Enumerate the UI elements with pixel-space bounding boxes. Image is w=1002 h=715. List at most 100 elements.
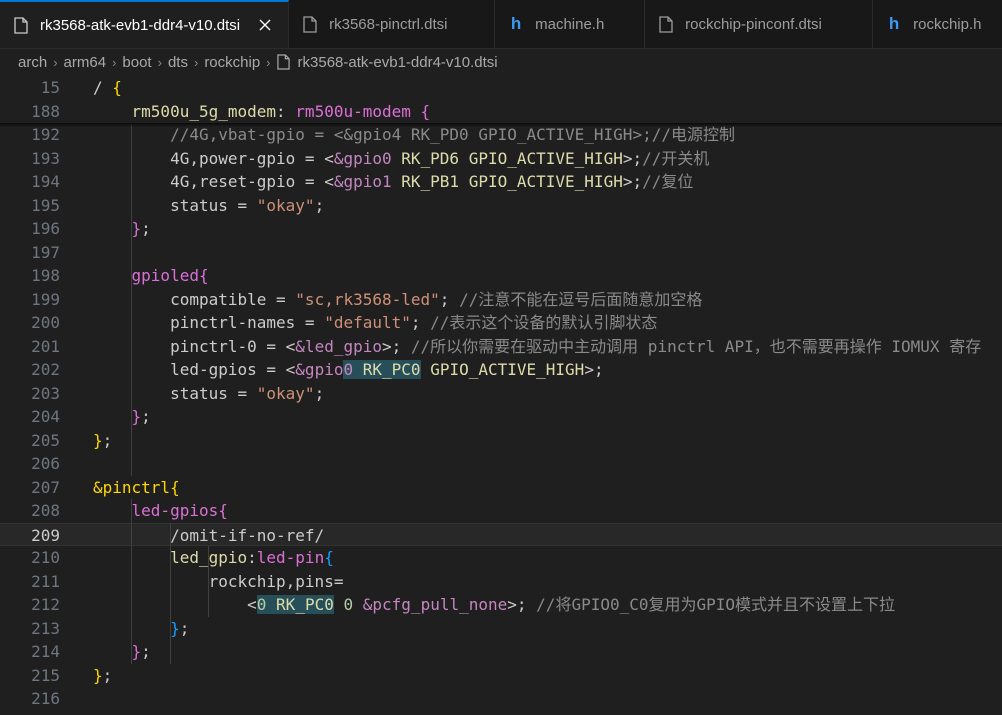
breadcrumb-item[interactable]: dts	[168, 54, 188, 71]
code-text: pinctrl-0 = <&led_gpio>; //所以你需要在驱动中主动调用…	[93, 336, 982, 356]
line-number: 15	[40, 78, 60, 97]
line-number: 203	[31, 383, 60, 403]
code-text: gpioled{	[131, 266, 209, 285]
code-text: };	[131, 407, 151, 426]
code-line-205[interactable]: 205};	[0, 429, 1002, 453]
tab-label: machine.h	[535, 15, 605, 33]
code-line-195[interactable]: 195 status = "okay";	[0, 194, 1002, 218]
code-line-194[interactable]: 194 4G,reset-gpio = <&gpio1 RK_PB1 GPIO_…	[0, 170, 1002, 194]
code-text: led_gpio:led-pin{	[170, 548, 334, 567]
code-line-198[interactable]: 198 gpioled{	[0, 264, 1002, 288]
code-text: &pinctrl{	[93, 477, 180, 497]
indent-guide	[131, 499, 132, 664]
tab-rk3568-pinctrl[interactable]: rk3568-pinctrl.dtsi	[289, 0, 496, 48]
breadcrumb-item[interactable]: rockchip	[204, 54, 260, 71]
tab-machine-h[interactable]: h machine.h	[495, 0, 646, 48]
code-text: };	[170, 618, 190, 638]
line-number: 198	[31, 266, 60, 285]
code-text: /omit-if-no-ref/	[170, 525, 325, 545]
code-text: / {	[93, 78, 122, 97]
chevron-right-icon: ›	[53, 54, 58, 70]
indent-guide	[208, 546, 209, 617]
code-line-203[interactable]: 203 status = "okay";	[0, 382, 1002, 406]
chevron-right-icon: ›	[193, 54, 199, 70]
code-line-196[interactable]: 196 };	[0, 217, 1002, 241]
line-number: 208	[31, 501, 60, 520]
code-line-200[interactable]: 200 pinctrl-names = "default"; //表示这个设备的…	[0, 311, 1002, 335]
code-text: };	[93, 665, 113, 685]
code-line-209[interactable]: 209 /omit-if-no-ref/	[0, 522, 1002, 546]
line-number: 212	[31, 595, 60, 614]
code-line-197[interactable]: 197	[0, 241, 1002, 265]
chevron-right-icon: ›	[157, 54, 162, 70]
chevron-right-icon: ›	[112, 54, 117, 70]
code-line-208[interactable]: 208 led-gpios{	[0, 499, 1002, 523]
code-line-213[interactable]: 213 };	[0, 617, 1002, 641]
code-line-216[interactable]: 216	[0, 687, 1002, 711]
code-line-212[interactable]: 212 <0 RK_PC0 0 &pcfg_pull_none>; //将GPI…	[0, 593, 1002, 617]
tab-label: rockchip.h	[913, 15, 982, 33]
code-line-188[interactable]: 188 rm500u_5g_modem: rm500u-modem {	[0, 99, 1002, 123]
tab-bar: rk3568-atk-evb1-ddr4-v10.dtsi rk3568-pin…	[0, 0, 1002, 49]
code-text: compatible = "sc,rk3568-led"; //注意不能在逗号后…	[93, 289, 703, 309]
breadcrumb-item[interactable]: boot	[122, 54, 151, 71]
code-text: };	[93, 430, 113, 450]
line-number: 216	[31, 689, 60, 708]
code-line-214[interactable]: 214 };	[0, 640, 1002, 664]
tab-label: rockchip-pinconf.dtsi	[685, 15, 822, 33]
code-text: 4G,power-gpio = <&gpio0 RK_PD6 GPIO_ACTI…	[93, 148, 710, 168]
code-line-15[interactable]: 15 / {	[0, 76, 1002, 100]
file-icon	[12, 16, 30, 34]
line-number: 202	[31, 360, 60, 379]
code-line-207[interactable]: 207 &pinctrl{	[0, 476, 1002, 500]
line-number: 188	[31, 101, 60, 121]
line-number: 205	[31, 430, 60, 450]
code-line-202[interactable]: 202 led-gpios = <&gpio0 RK_PC0 GPIO_ACTI…	[0, 358, 1002, 382]
code-line-204[interactable]: 204 };	[0, 405, 1002, 429]
code-line-193[interactable]: 193 4G,power-gpio = <&gpio0 RK_PD6 GPIO_…	[0, 147, 1002, 171]
line-number: 207	[31, 477, 60, 497]
line-number: 209	[31, 525, 60, 545]
tab-label: rk3568-atk-evb1-ddr4-v10.dtsi	[40, 16, 241, 34]
chevron-right-icon: ›	[266, 54, 271, 70]
file-icon	[301, 15, 319, 33]
code-text: };	[131, 642, 151, 661]
line-number: 204	[31, 407, 60, 426]
code-line-210[interactable]: 210 led_gpio:led-pin{	[0, 546, 1002, 570]
code-text: status = "okay";	[93, 195, 325, 215]
breadcrumb-item[interactable]: arm64	[64, 54, 107, 71]
tab-rockchip-pinconf[interactable]: rockchip-pinconf.dtsi	[645, 0, 874, 48]
line-number: 215	[31, 665, 60, 685]
line-number: 211	[31, 571, 60, 591]
code-text: rm500u_5g_modem: rm500u-modem {	[131, 101, 431, 121]
tab-label: rk3568-pinctrl.dtsi	[329, 15, 448, 33]
close-icon[interactable]	[256, 16, 274, 34]
sticky-scroll-shadow	[0, 123, 1002, 127]
code-line-201[interactable]: 201 pinctrl-0 = <&led_gpio>; //所以你需要在驱动中…	[0, 335, 1002, 359]
code-text: led-gpios{	[131, 501, 228, 520]
indent-guide	[131, 123, 132, 476]
line-number: 210	[31, 548, 60, 567]
breadcrumb-item-file[interactable]: rk3568-atk-evb1-ddr4-v10.dtsi	[298, 54, 498, 71]
line-number: 196	[31, 219, 60, 238]
h-file-icon: h	[888, 14, 900, 33]
code-line-199[interactable]: 199 compatible = "sc,rk3568-led"; //注意不能…	[0, 288, 1002, 312]
tab-rockchip-h[interactable]: h rockchip.h	[873, 0, 1002, 48]
file-icon	[657, 15, 675, 33]
code-line-211[interactable]: 211 rockchip,pins=	[0, 570, 1002, 594]
code-text: pinctrl-names = "default"; //表示这个设备的默认引脚…	[93, 313, 658, 332]
code-text: };	[131, 219, 151, 238]
code-text: led-gpios = <&gpio0 RK_PC0 GPIO_ACTIVE_H…	[170, 360, 604, 379]
code-line-206[interactable]: 206	[0, 452, 1002, 476]
line-number: 195	[31, 195, 60, 215]
line-number: 193	[31, 148, 60, 168]
indent-guide	[170, 522, 171, 664]
line-number: 194	[31, 172, 60, 191]
line-number: 197	[31, 242, 60, 262]
h-file-icon: h	[510, 14, 522, 33]
breadcrumb-item[interactable]: arch	[18, 54, 47, 71]
code-editor[interactable]: 15 / { 188 rm500u_5g_modem: rm500u-modem {…	[0, 76, 1002, 715]
tab-rk3568-atk-evb1[interactable]: rk3568-atk-evb1-ddr4-v10.dtsi	[0, 0, 290, 48]
code-line-215[interactable]: 215};	[0, 664, 1002, 688]
line-number: 201	[31, 336, 60, 356]
